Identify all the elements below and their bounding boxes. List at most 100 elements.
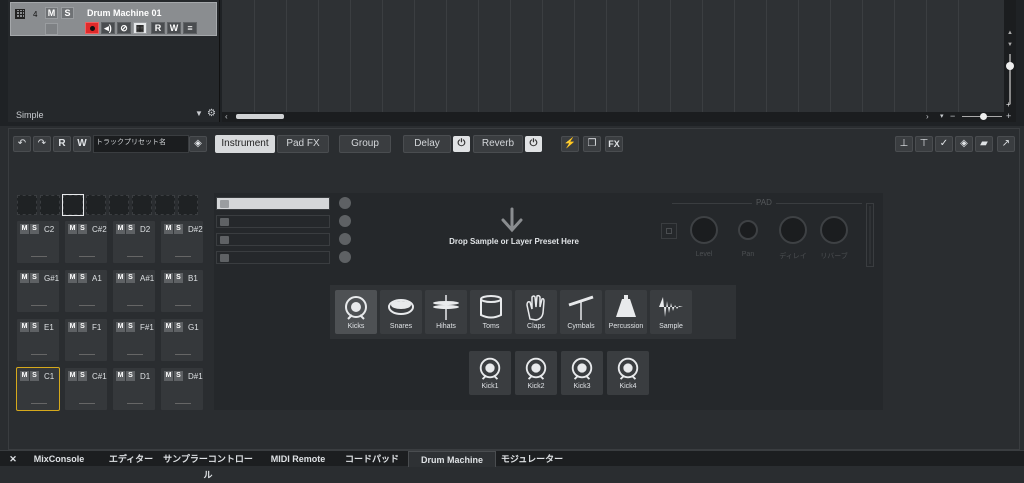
category-sample[interactable]: Sample [650, 290, 692, 334]
pad-mute-button[interactable]: M [68, 273, 77, 283]
pad-section-toggle[interactable] [661, 223, 677, 239]
pad-mute-button[interactable]: M [116, 371, 125, 381]
pad-bank-1[interactable] [17, 195, 37, 215]
drum-pad[interactable]: M S D2 [112, 220, 156, 264]
tab-reverb[interactable]: Reverb [473, 135, 523, 153]
pad-mute-button[interactable]: M [164, 371, 173, 381]
horizontal-zoom-handle[interactable] [980, 113, 987, 120]
kick-preset[interactable]: Kick2 [515, 351, 557, 395]
pad-bank-7[interactable] [155, 195, 175, 215]
level-knob[interactable] [690, 216, 718, 244]
track-preset-field[interactable]: トラックプリセット名 [93, 135, 189, 153]
zoom-out-icon[interactable]: − [950, 111, 955, 121]
delay-power-icon[interactable]: ⏻ [453, 136, 470, 152]
arrange-grid[interactable] [222, 0, 1016, 112]
pad-bank-4[interactable] [86, 195, 106, 215]
pad-mute-button[interactable]: M [20, 371, 29, 381]
pad-solo-button[interactable]: S [174, 273, 183, 283]
pad-solo-button[interactable]: S [126, 371, 135, 381]
pad-solo-button[interactable]: S [30, 322, 39, 332]
layer-power-icon[interactable] [220, 200, 229, 208]
pan-knob[interactable] [738, 220, 758, 240]
kick-preset[interactable]: Kick4 [607, 351, 649, 395]
pad-solo-button[interactable]: S [174, 322, 183, 332]
zoom-in-icon[interactable]: + [1006, 100, 1011, 109]
record-button[interactable] [85, 22, 99, 34]
horizontal-scroll-thumb[interactable] [236, 114, 284, 119]
drum-pad[interactable]: M S D#1 [160, 367, 204, 411]
scroll-left-icon[interactable]: ‹ [225, 112, 228, 121]
drum-pad[interactable]: M S A#1 [112, 269, 156, 313]
drum-pad[interactable]: M S D1 [112, 367, 156, 411]
preset-browser-icon[interactable]: ◈ [189, 136, 207, 152]
pad-mute-button[interactable]: M [68, 371, 77, 381]
reverb-power-icon[interactable]: ⏻ [525, 136, 542, 152]
layer-power-icon[interactable] [220, 254, 229, 262]
pad-solo-button[interactable]: S [126, 322, 135, 332]
layer-slot-3[interactable] [216, 233, 330, 246]
drum-pad[interactable]: M S C#2 [64, 220, 108, 264]
kick-preset[interactable]: Kick1 [469, 351, 511, 395]
zoom-dropdown-icon[interactable]: ▾ [940, 112, 944, 120]
drum-pad[interactable]: M S F#1 [112, 318, 156, 362]
redo-icon[interactable]: ↷ [33, 136, 51, 152]
scroll-right-icon[interactable]: › [926, 112, 929, 121]
read-automation-button[interactable]: R [53, 136, 71, 152]
pad-solo-button[interactable]: S [78, 371, 87, 381]
pad-solo-button[interactable]: S [30, 371, 39, 381]
pad-mute-button[interactable]: M [164, 273, 173, 283]
folder-icon[interactable]: ▰ [975, 136, 993, 152]
tab-pad-fx[interactable]: Pad FX [277, 135, 329, 153]
preset-dropdown-icon[interactable]: ▼ [195, 109, 203, 118]
vertical-zoom-handle[interactable] [1006, 62, 1014, 70]
horizontal-scrollbar[interactable]: ‹ › ▾ − + [222, 111, 1016, 122]
pad-bank-3[interactable] [63, 195, 83, 215]
footer-tab[interactable]: MIDI Remote [260, 451, 336, 467]
layer-knob-1[interactable] [339, 197, 351, 209]
drum-pad[interactable]: M S E1 [16, 318, 60, 362]
footer-tab[interactable]: Drum Machine [408, 451, 496, 467]
vertical-scrollbar[interactable]: ▲ ▼ + [1004, 0, 1016, 112]
track-list-icon[interactable]: ≡ [183, 22, 197, 34]
scroll-up-icon[interactable]: ▲ [1007, 30, 1013, 36]
pad-mute-button[interactable]: M [164, 224, 173, 234]
pad-solo-button[interactable]: S [126, 273, 135, 283]
pad-mute-button[interactable]: M [68, 224, 77, 234]
layer-slot-4[interactable] [216, 251, 330, 264]
footer-tab[interactable]: サンプラーコントロール [162, 451, 254, 480]
tab-instrument[interactable]: Instrument [215, 135, 275, 153]
layers-icon[interactable]: ❐ [583, 136, 601, 152]
pad-bank-5[interactable] [109, 195, 129, 215]
footer-tab[interactable]: MixConsole [22, 451, 96, 467]
pad-solo-button[interactable]: S [174, 224, 183, 234]
pad-mute-button[interactable]: M [116, 273, 125, 283]
drum-pad[interactable]: M S F1 [64, 318, 108, 362]
pad-mute-button[interactable]: M [116, 322, 125, 332]
category-toms[interactable]: Toms [470, 290, 512, 334]
expand-icon[interactable]: ↗ [997, 136, 1015, 152]
drum-pad[interactable]: M S G1 [160, 318, 204, 362]
delay-send-knob[interactable] [779, 216, 807, 244]
kick-preset[interactable]: Kick3 [561, 351, 603, 395]
category-cymbals[interactable]: Cymbals [560, 290, 602, 334]
pad-solo-button[interactable]: S [174, 371, 183, 381]
pad-solo-button[interactable]: S [30, 224, 39, 234]
layer-power-icon[interactable] [220, 218, 229, 226]
tab-group[interactable]: Group [339, 135, 391, 153]
track-write-button[interactable]: W [167, 22, 181, 34]
track-color-swatch[interactable] [45, 23, 58, 35]
pad-solo-button[interactable]: S [78, 322, 87, 332]
track-mute-button[interactable]: M [45, 7, 58, 19]
pad-solo-button[interactable]: S [30, 273, 39, 283]
category-kicks[interactable]: Kicks [335, 290, 377, 334]
layer-power-icon[interactable] [220, 236, 229, 244]
lightning-icon[interactable]: ⚡ [561, 136, 579, 152]
footer-tab[interactable]: モジュレーター [496, 451, 568, 467]
drum-pad[interactable]: M S D#2 [160, 220, 204, 264]
settings-gear-icon[interactable]: ⚙ [207, 108, 216, 119]
layer-knob-2[interactable] [339, 215, 351, 227]
track-read-button[interactable]: R [151, 22, 165, 34]
scroll-down-icon[interactable]: ▼ [1007, 42, 1013, 48]
sample-drop-area[interactable]: Drop Sample or Layer Preset Here PAD Lev… [214, 193, 883, 410]
bypass-icon[interactable]: ⊘ [117, 22, 131, 34]
